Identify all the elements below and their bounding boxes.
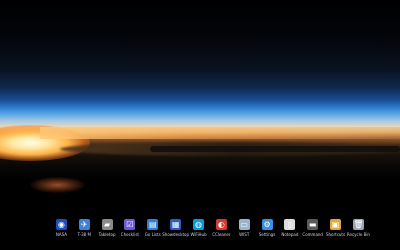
shortcut-label: CCleaner	[212, 232, 231, 237]
go-lists-icon: ▤	[147, 219, 159, 230]
tabletop-icon: ▰	[101, 219, 113, 230]
shortcut-settings-gear[interactable]: ⚙ Settings	[256, 219, 279, 243]
shortcut-recycle-bin[interactable]: 🗑 Recycle Bin	[347, 219, 370, 243]
t38-jet-icon: ✈	[78, 219, 90, 230]
shortcut-label: WIST	[239, 232, 250, 237]
nasa-logo-icon: ◉	[55, 219, 67, 230]
command-prompt-icon: ▬	[307, 219, 319, 230]
shortcut-label: WiFiHub	[190, 232, 207, 237]
shortcut-show-desktop[interactable]: ▦ Showdesktop	[162, 219, 190, 243]
shortcut-command-prompt[interactable]: ▬ Command	[301, 219, 324, 243]
desktop-wallpaper: ◉ NASA ✈ T-38 M ▰ Tabletop ☑ Checklist ▤ Go Lists…	[0, 0, 400, 250]
shortcut-go-lists[interactable]: ▤ Go Lists	[141, 219, 164, 243]
cloud-layer-dark	[150, 146, 400, 152]
shortcut-checklist[interactable]: ☑ Checklist	[118, 219, 141, 243]
recycle-bin-icon: 🗑	[352, 219, 364, 230]
shortcut-wifi-hub[interactable]: ◍ WiFiHub	[187, 219, 210, 243]
shortcuts-folder-icon: ▣	[330, 219, 342, 230]
shortcut-label: Command	[302, 232, 323, 237]
shortcut-label: NASA	[55, 232, 67, 237]
shortcut-tabletop[interactable]: ▰ Tabletop	[96, 219, 119, 243]
checklist-icon: ☑	[124, 219, 136, 230]
shortcut-t38-jet[interactable]: ✈ T-38 M	[73, 219, 96, 243]
shortcut-shortcuts-folder[interactable]: ▣ Shortcuts	[324, 219, 347, 243]
sun-reflection	[30, 177, 85, 193]
shortcut-label: Checklist	[120, 232, 139, 237]
shortcut-label: Go Lists	[144, 232, 161, 237]
shortcut-notepad[interactable]: ▯ Notepad	[278, 219, 301, 243]
shortcut-label: Recycle Bin	[346, 232, 370, 237]
desktop-shortcut-bar: ◉ NASA ✈ T-38 M ▰ Tabletop ☑ Checklist ▤ Go Lists…	[50, 219, 370, 243]
shortcut-label: Settings	[258, 232, 276, 237]
show-desktop-icon: ▦	[170, 219, 182, 230]
shortcut-label: Tabletop	[98, 232, 116, 237]
shortcut-label: Showdesktop	[162, 232, 190, 237]
settings-gear-icon: ⚙	[261, 219, 273, 230]
shortcut-label: Shortcuts	[325, 232, 346, 237]
ccleaner-icon: ◐	[215, 219, 227, 230]
notepad-icon: ▯	[284, 219, 296, 230]
shortcut-label: Notepad	[281, 232, 299, 237]
horizon-glow	[40, 127, 400, 139]
shortcut-ccleaner[interactable]: ◐ CCleaner	[210, 219, 233, 243]
wist-icon: ▭	[238, 219, 250, 230]
shortcut-nasa-logo[interactable]: ◉ NASA	[50, 219, 73, 243]
shortcut-label: T-38 M	[77, 232, 91, 237]
wifi-hub-icon: ◍	[193, 219, 205, 230]
shortcut-wist[interactable]: ▭ WIST	[233, 219, 256, 243]
